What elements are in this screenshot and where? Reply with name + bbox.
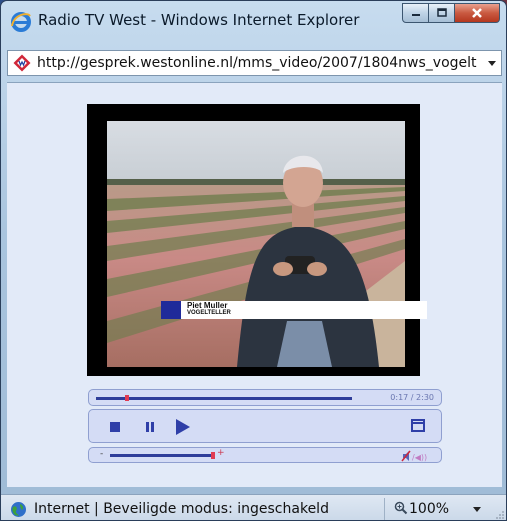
volume-bar[interactable]: - + /◀)) xyxy=(88,447,442,463)
ie-logo-icon xyxy=(11,12,31,32)
lower-third-caption: Piet Muller VOGELTELLER xyxy=(161,301,427,319)
time-readout: 0:17 / 2:30 xyxy=(390,393,434,402)
address-dropdown-icon[interactable] xyxy=(488,61,496,66)
volume-minus[interactable]: - xyxy=(100,449,103,459)
pause-button[interactable] xyxy=(145,422,155,432)
video-frame-image xyxy=(107,121,405,367)
maximize-button[interactable] xyxy=(429,3,455,23)
status-divider xyxy=(384,498,385,520)
caption-name: Piet Muller xyxy=(187,301,228,310)
title-bar[interactable]: Radio TV West - Windows Internet Explore… xyxy=(1,1,506,49)
resize-grip-icon[interactable] xyxy=(495,510,505,520)
close-button[interactable] xyxy=(455,3,500,23)
zoom-dropdown-icon[interactable] xyxy=(473,507,481,512)
svg-text:/◀)): /◀)) xyxy=(412,453,427,462)
seek-bar[interactable]: 0:17 / 2:30 xyxy=(88,389,442,406)
volume-handle[interactable] xyxy=(211,452,215,459)
favicon-icon xyxy=(13,54,31,72)
video-player[interactable]: Piet Muller VOGELTELLER xyxy=(87,104,427,376)
minimize-icon xyxy=(411,14,420,16)
globe-icon xyxy=(11,502,26,517)
close-icon xyxy=(472,8,482,18)
zoom-icon[interactable] xyxy=(394,501,408,515)
zoom-level[interactable]: 100% xyxy=(409,501,449,517)
window-title: Radio TV West - Windows Internet Explore… xyxy=(38,11,360,29)
volume-track[interactable] xyxy=(110,454,211,457)
caption-role: VOGELTELLER xyxy=(187,310,231,316)
page-content: Piet Muller VOGELTELLER 0:17 / 2:30 - + … xyxy=(7,82,502,487)
status-bar: Internet | Beveiligde modus: ingeschakel… xyxy=(1,494,506,520)
fullscreen-button[interactable] xyxy=(411,419,425,432)
security-zone-text[interactable]: Internet | Beveiligde modus: ingeschakel… xyxy=(34,501,329,517)
url-text[interactable]: http://gesprek.westonline.nl/mms_video/2… xyxy=(37,55,477,71)
browser-window: Radio TV West - Windows Internet Explore… xyxy=(0,0,507,521)
volume-plus[interactable]: + xyxy=(217,448,225,458)
transport-controls xyxy=(88,409,442,443)
seek-handle[interactable] xyxy=(124,395,129,401)
speaker-icon[interactable]: /◀)) xyxy=(401,450,431,462)
stop-button[interactable] xyxy=(110,422,120,432)
caption-buttons xyxy=(402,3,500,25)
play-button[interactable] xyxy=(176,419,190,435)
minimize-button[interactable] xyxy=(402,3,429,23)
address-bar[interactable]: http://gesprek.westonline.nl/mms_video/2… xyxy=(7,50,502,76)
maximize-icon xyxy=(436,8,447,17)
seek-track[interactable] xyxy=(96,397,352,400)
